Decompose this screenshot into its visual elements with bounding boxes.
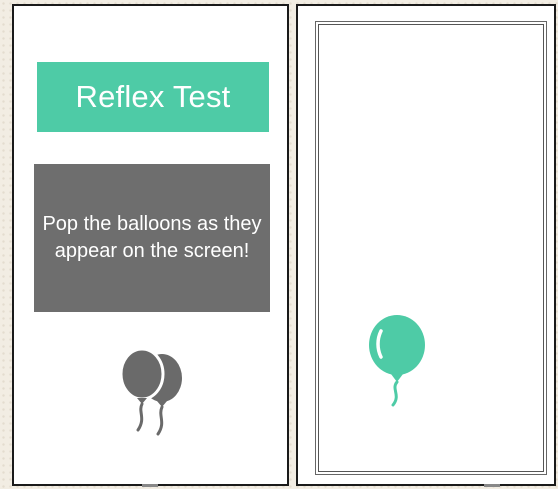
device-button-nub [142, 484, 158, 487]
balloons-icon [119, 347, 182, 436]
title-text: Reflex Test [75, 79, 231, 114]
balloon-front-icon [119, 347, 165, 432]
game-area[interactable] [318, 24, 544, 472]
title-banner: Reflex Test [37, 62, 269, 132]
intro-screen: Reflex Test Pop the balloons as they app… [12, 4, 289, 487]
instruction-panel: Pop the balloons as they appear on the s… [34, 164, 270, 312]
instruction-text: Pop the balloons as they appear on the s… [42, 213, 262, 262]
balloon-icon[interactable] [367, 315, 427, 411]
game-screen [296, 4, 556, 487]
device-button-nub [484, 484, 500, 487]
